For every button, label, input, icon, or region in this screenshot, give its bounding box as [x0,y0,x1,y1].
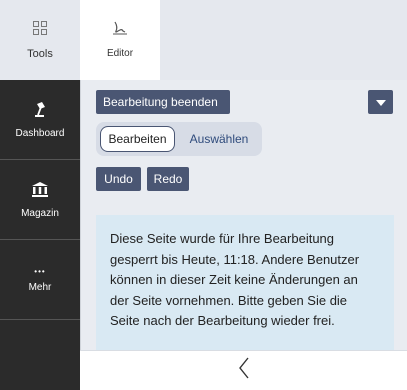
nav-item-more-label: Mehr [28,281,52,293]
grid-icon [33,20,47,40]
tab-editor[interactable]: Editor [80,0,160,80]
nav-item-magazin-label: Magazin [21,207,59,219]
caret-down-icon [375,90,386,114]
mode-edit-option[interactable]: Bearbeiten [100,126,175,152]
bottom-bar [80,350,407,390]
institution-icon [31,181,49,202]
more-dots-icon: ••• [34,266,46,276]
tab-editor-label: Editor [106,48,134,59]
desk-lamp-icon [32,101,48,122]
finish-editing-button[interactable]: Bearbeitung beenden [96,90,230,114]
editor-app: Tools Dashboard Magazin ••• Mehr Editor … [0,0,407,390]
nav-item-more[interactable]: ••• Mehr [0,240,80,320]
undo-button[interactable]: Undo [96,167,141,191]
lock-info-message: Diese Seite wurde für Ihre Bearbeitung g… [96,215,394,350]
editor-panel: Bearbeitung beenden Bearbeiten Auswählen… [80,80,407,350]
nav-item-tools-label: Tools [27,47,53,60]
nav-item-dashboard[interactable]: Dashboard [0,80,80,160]
options-dropdown-button[interactable] [368,90,393,114]
left-nav-rail: Tools Dashboard Magazin ••• Mehr [0,0,80,390]
mode-select-option[interactable]: Auswählen [184,126,254,152]
mode-switch: Bearbeiten Auswählen [96,122,262,156]
nav-item-tools[interactable]: Tools [0,0,80,80]
redo-button[interactable]: Redo [147,167,189,191]
chevron-left-icon[interactable] [238,357,250,384]
nav-item-dashboard-label: Dashboard [15,127,65,139]
nav-item-magazin[interactable]: Magazin [0,160,80,240]
signature-pen-icon [112,21,128,40]
